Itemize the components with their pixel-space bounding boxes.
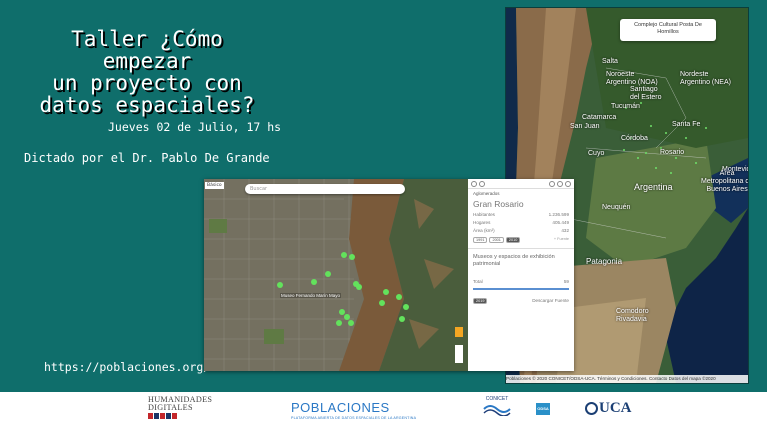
uca-label: UCA [599, 400, 632, 416]
stat-label: Hogares [473, 219, 491, 225]
hd-lab-bar [148, 413, 212, 419]
map-type-label[interactable]: Básico [205, 182, 224, 189]
stat-value: 432 [561, 227, 569, 233]
city-map-tiles [204, 179, 468, 371]
map-label-cordoba: Córdoba [621, 135, 648, 142]
close-icon[interactable] [565, 180, 571, 187]
tab-2010[interactable]: 2010 [505, 237, 521, 243]
poblaciones-logo: POBLACIONES [291, 400, 390, 415]
tab-2001[interactable]: 2001 [489, 237, 504, 243]
source-link[interactable]: + Fuente [554, 237, 569, 243]
total-bar [473, 287, 569, 290]
map-label-rosario: Rosario [660, 149, 685, 156]
map-label-argentina: Argentina [634, 182, 673, 192]
museum-title: Museos y espacios de exhibición patrimon… [473, 254, 555, 267]
nav-back-icon[interactable] [471, 180, 477, 187]
info-panel: Aglomerados Gran Rosario Habitantes 1.23… [468, 179, 574, 371]
hd-line2: DIGITALES [148, 403, 193, 412]
total-label: Total [473, 279, 483, 284]
map-label-sanjuan: San Juan [570, 123, 600, 130]
map-label-tucuman: Tucumán [611, 103, 640, 110]
year-tabs: 1991 2001 2010 + Fuente [468, 234, 574, 246]
share-icon[interactable] [549, 180, 555, 187]
map-label-patagonia: Patagonia [586, 257, 623, 266]
map-label-santiago: Santiago del Estero [630, 86, 662, 101]
stat-row: Habitantes 1.236.599 [468, 210, 574, 218]
city-map[interactable]: Básico Buscar Museo Fernando Marín Mayo [204, 179, 468, 371]
uca-logo: UCA [585, 400, 632, 417]
conicet-logo: CONICET [482, 396, 512, 418]
marker-label: Museo Fernando Marín Mayo [280, 293, 342, 298]
stat-label: Habitantes [473, 211, 495, 217]
map-label-nea: Nordeste Argentino (NEA) [680, 71, 731, 86]
total-value: 59 [563, 279, 569, 284]
print-icon[interactable] [557, 180, 563, 187]
sponsor-footer: HUMANIDADES DIGITALES POBLACIONES PLATAF… [0, 392, 767, 431]
map-label-comodoro: Comodoro Rivadavia [616, 308, 649, 323]
stat-value: 1.236.599 [548, 211, 569, 217]
map-search-placeholder: Buscar [250, 186, 268, 192]
map-label-neuquen: Neuquén [602, 204, 631, 211]
total-row: Total 59 [468, 269, 574, 286]
app-screenshot: Básico Buscar Museo Fernando Marín Mayo … [204, 179, 574, 371]
tab-1991[interactable]: 1991 [473, 237, 488, 243]
map-label-montevideo: Montevideo [722, 166, 748, 173]
panel-footer: 2019 Descargar Fuente [468, 292, 574, 306]
website-url[interactable]: https://poblaciones.org/ [44, 360, 210, 374]
map-label-santafe: Santa Fe [672, 121, 701, 128]
uca-seal-icon [585, 402, 598, 416]
source-footer-link[interactable]: Fuente [555, 298, 569, 303]
download-link[interactable]: Descargar [532, 298, 553, 303]
nav-forward-icon[interactable] [479, 180, 485, 187]
stat-row: Área (km²) 432 [468, 226, 574, 234]
stat-label: Área (km²) [473, 227, 495, 233]
map-tooltip: Complejo Cultural Posta De Hornillos [620, 19, 716, 41]
tooltip-line2: Hornillos [657, 29, 679, 35]
stat-value: 405.449 [552, 219, 569, 225]
conicet-wave-icon [483, 405, 511, 417]
panel-toolbar [468, 179, 574, 189]
event-date: Jueves 02 de Julio, 17 hs [108, 120, 282, 134]
slide-title: Taller ¿Cómo empezar un proyecto con dat… [39, 27, 255, 117]
odsa-logo: ODSA [536, 403, 550, 415]
tooltip-line1: Complejo Cultural Posta De [634, 22, 702, 28]
map-label-salta: Salta [602, 58, 618, 65]
speaker-text: Dictado por el Dr. Pablo De Grande [24, 151, 270, 165]
map-label-catamarca: Catamarca [582, 114, 617, 121]
map-attribution: Poblaciones © 2020 CONICET/ODSA-UCA. Tér… [506, 375, 748, 383]
panel-section: Aglomerados [473, 191, 500, 196]
panel-title: Gran Rosario [473, 199, 524, 209]
map-label-cuyo: Cuyo [588, 150, 605, 157]
hd-lab-logo: HUMANIDADES DIGITALES [148, 395, 212, 419]
poblaciones-subtitle: PLATAFORMA ABIERTA DE DATOS ESPACIALES D… [291, 416, 417, 420]
map-search-box[interactable]: Buscar [245, 184, 405, 194]
stat-row: Hogares 405.449 [468, 218, 574, 226]
map-label-noa: Noroeste Argentino (NOA) [606, 71, 658, 86]
year-tag[interactable]: 2019 [473, 297, 488, 304]
